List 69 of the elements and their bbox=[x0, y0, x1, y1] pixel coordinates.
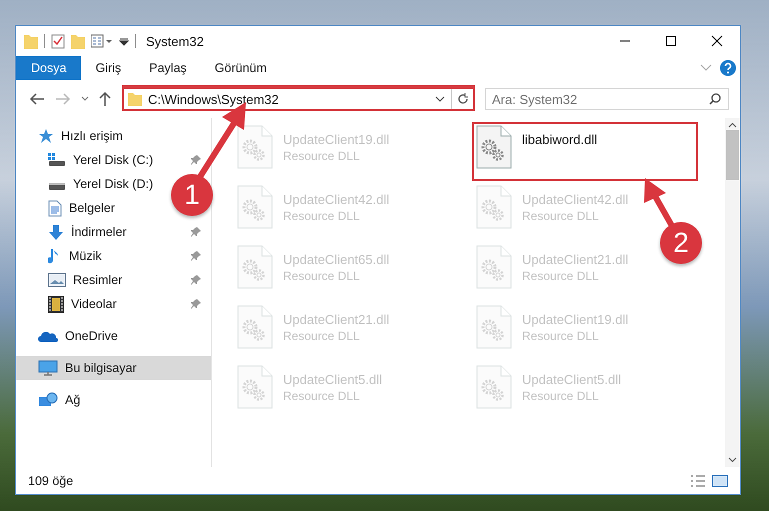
gear-file-icon bbox=[476, 365, 512, 409]
gear-file-icon bbox=[476, 185, 512, 229]
gear-file-icon bbox=[237, 185, 273, 229]
gear-file-icon bbox=[237, 125, 273, 169]
folder-icon bbox=[24, 33, 38, 49]
sidebar-item[interactable]: Hızlı erişim bbox=[16, 124, 133, 148]
file-type: Resource DLL bbox=[522, 269, 600, 283]
ribbon-tab[interactable]: Görünüm bbox=[200, 56, 281, 80]
ribbon-tab[interactable]: Dosya bbox=[16, 56, 82, 80]
pin-icon[interactable] bbox=[191, 155, 201, 165]
chevron-down-icon[interactable] bbox=[700, 64, 712, 72]
details-view-icon[interactable] bbox=[690, 474, 706, 488]
pin-icon[interactable] bbox=[191, 227, 201, 237]
file-type: Resource DLL bbox=[283, 389, 361, 403]
gear-file-icon bbox=[476, 125, 512, 169]
ribbon-tab[interactable]: Giriş bbox=[81, 56, 136, 80]
file-type: Resource DLL bbox=[283, 329, 361, 343]
pin-icon[interactable] bbox=[191, 251, 201, 261]
large-icons-view-icon[interactable] bbox=[712, 474, 728, 488]
file-type: Resource DLL bbox=[522, 209, 600, 223]
sidebar-item[interactable]: Yerel Disk (D:) bbox=[16, 172, 164, 196]
document-icon bbox=[48, 200, 62, 216]
annotation-arrow bbox=[644, 178, 675, 228]
gear-file-icon bbox=[237, 365, 273, 409]
help-icon[interactable] bbox=[720, 60, 736, 76]
sidebar-item[interactable]: Ağ bbox=[16, 388, 90, 412]
scrollbar[interactable] bbox=[725, 118, 740, 467]
star-icon bbox=[38, 128, 54, 144]
cloud-icon bbox=[38, 330, 58, 342]
drive-icon bbox=[48, 153, 66, 167]
network-icon bbox=[38, 392, 58, 408]
maximize-icon bbox=[665, 35, 677, 47]
item-count: 109 öğe bbox=[28, 474, 74, 488]
folder-icon bbox=[71, 33, 85, 49]
monitor-icon bbox=[38, 360, 58, 376]
gear-file-icon bbox=[237, 305, 273, 349]
file-type: Resource DLL bbox=[522, 389, 600, 403]
scroll-up-icon[interactable] bbox=[728, 122, 737, 128]
search-field[interactable]: Ara: System32 bbox=[485, 88, 729, 110]
picture-icon bbox=[48, 273, 66, 287]
sidebar-item[interactable]: Bu bilgisayar bbox=[16, 356, 211, 380]
scroll-down-icon[interactable] bbox=[728, 457, 737, 463]
search-icon[interactable] bbox=[709, 93, 721, 105]
checklist-icon bbox=[51, 33, 65, 49]
file-type: Resource DLL bbox=[283, 149, 361, 163]
sidebar-item[interactable]: Videolar bbox=[16, 292, 211, 316]
sidebar-item[interactable]: Belgeler bbox=[16, 196, 125, 220]
file-name[interactable]: libabiword.dll bbox=[522, 132, 598, 147]
window-title: System32 bbox=[146, 34, 204, 48]
sidebar-item[interactable]: Müzik bbox=[16, 244, 211, 268]
pin-icon[interactable] bbox=[191, 299, 201, 309]
gear-file-icon bbox=[476, 245, 512, 289]
file-item[interactable]: libabiword.dll bbox=[476, 125, 598, 169]
sidebar-item[interactable]: Yerel Disk (C:) bbox=[16, 148, 211, 172]
file-type: Resource DLL bbox=[522, 329, 600, 343]
scroll-thumb[interactable] bbox=[726, 130, 739, 180]
sidebar-item[interactable]: Resimler bbox=[16, 268, 211, 292]
pin-icon[interactable] bbox=[191, 275, 201, 285]
film-icon bbox=[48, 296, 64, 312]
file-type: Resource DLL bbox=[283, 209, 361, 223]
close-icon bbox=[711, 35, 723, 47]
sidebar-item[interactable]: İndirmeler bbox=[16, 220, 211, 244]
ribbon-tab[interactable]: Paylaş bbox=[135, 56, 201, 80]
file-type: Resource DLL bbox=[283, 269, 361, 283]
gear-file-icon bbox=[476, 305, 512, 349]
properties-icon bbox=[91, 33, 113, 49]
sidebar-item[interactable]: OneDrive bbox=[16, 324, 128, 348]
down-arrow-icon bbox=[48, 224, 64, 240]
gear-file-icon bbox=[237, 245, 273, 289]
